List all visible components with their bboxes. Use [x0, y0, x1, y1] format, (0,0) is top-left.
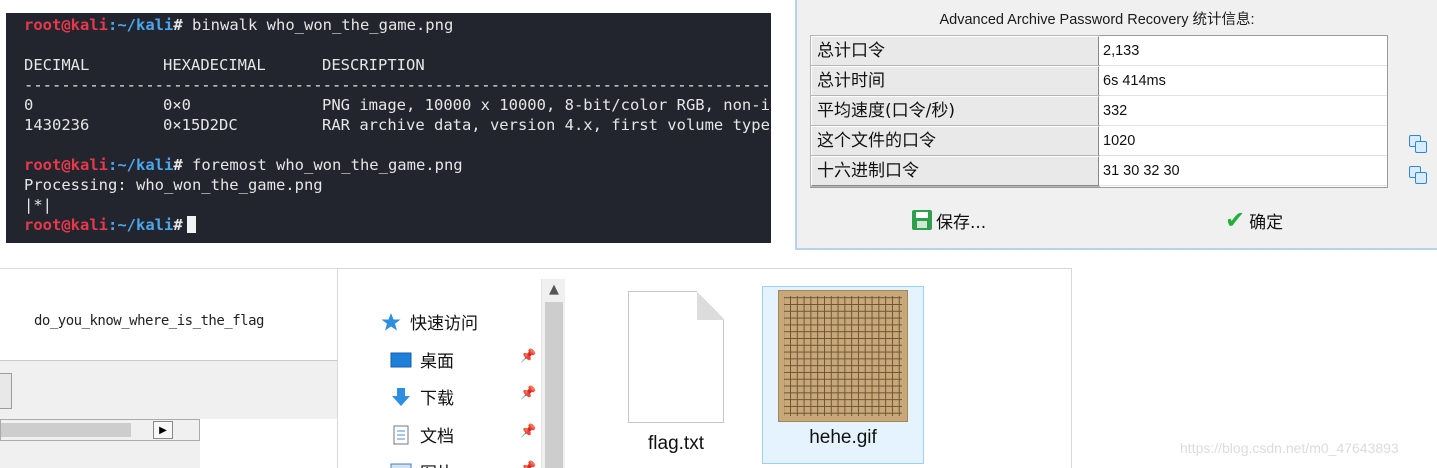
terminal-line-cmd2: root@kali:~/kali# foremost who_won_the_g…	[24, 156, 463, 174]
stat-value: 332	[1099, 96, 1387, 126]
dialog-title: Advanced Archive Password Recovery 统计信息:	[939, 12, 1255, 28]
statistics-table: 总计口令 2,133 总计时间 6s 414ms 平均速度(口令/秒) 332 这个文…	[810, 35, 1388, 188]
terminal-window[interactable]: root@kali:~/kali# binwalk who_won_the_ga…	[6, 13, 771, 243]
processing-line: Processing: who_won_the_game.png	[24, 176, 323, 194]
stat-value: 1020	[1099, 126, 1387, 156]
stat-label: 这个文件的口令	[810, 125, 1100, 157]
stat-label: 十六进制口令	[810, 155, 1100, 187]
nav-pictures[interactable]: 图片	[390, 459, 454, 468]
prompt-user: root@kali	[24, 16, 108, 34]
file-name: hehe.gif	[809, 427, 877, 448]
stat-value: 2,133	[1099, 36, 1387, 66]
watermark-text: https://blog.csdn.net/m0_47643893	[1180, 440, 1399, 456]
download-icon	[390, 387, 412, 407]
stat-label: 总计时间	[810, 65, 1100, 97]
stat-row: 平均速度(口令/秒) 332	[810, 95, 1387, 127]
progress-indicator: |*|	[24, 196, 52, 214]
scrollbar-thumb[interactable]	[1, 423, 131, 437]
cursor-block	[186, 216, 196, 233]
nav-quick-access[interactable]: 快速访问	[380, 309, 478, 334]
text-viewer-window: do_you_know_where_is_the_flag ▶	[0, 268, 337, 468]
horizontal-scrollbar[interactable]: ▶	[0, 419, 200, 441]
floppy-save-icon	[912, 210, 932, 230]
file-name: flag.txt	[648, 433, 704, 454]
desktop-icon	[390, 350, 412, 370]
terminal-line-prompt: root@kali:~/kali#	[24, 215, 771, 235]
window-toolbar	[0, 360, 337, 419]
stat-label: 总计口令	[810, 35, 1100, 67]
stat-label: 平均速度(口令/秒)	[810, 95, 1100, 127]
toolbar-button[interactable]	[0, 373, 12, 409]
stat-row: 这个文件的口令 1020	[810, 125, 1387, 157]
navigation-pane: 快速访问 桌面 📌 下载 📌 文档 📌 图片 📌 ▲	[338, 269, 566, 468]
stat-row: 总计时间 6s 414ms	[810, 65, 1387, 97]
picture-icon	[390, 462, 412, 468]
stat-value: 6s 414ms	[1099, 66, 1387, 96]
pin-icon[interactable]: 📌	[520, 424, 536, 439]
stat-row: 总计口令 2,133	[810, 35, 1387, 67]
terminal-line-cmd1: root@kali:~/kali# binwalk who_won_the_ga…	[24, 15, 771, 35]
checkmark-icon: ✔	[1225, 206, 1246, 234]
prompt-path: :~/kali	[108, 16, 174, 34]
copy-password-icon[interactable]	[1409, 135, 1429, 155]
command-text: binwalk who_won_the_game.png	[182, 16, 454, 34]
scroll-up-button[interactable]: ▲	[542, 279, 566, 301]
pin-icon[interactable]: 📌	[520, 461, 536, 468]
pin-icon[interactable]: 📌	[520, 349, 536, 364]
scroll-right-button[interactable]: ▶	[153, 421, 173, 439]
binwalk-divider: ----------------------------------------…	[24, 76, 771, 94]
nav-downloads[interactable]: 下载	[390, 384, 454, 409]
prompt-symbol: #	[173, 16, 183, 34]
file-content-text: do_you_know_where_is_the_flag	[34, 313, 264, 329]
text-file-icon	[628, 291, 724, 423]
pin-icon[interactable]: 📌	[520, 386, 536, 401]
file-item-hehe-gif[interactable]: hehe.gif	[762, 286, 924, 464]
go-board-thumbnail	[779, 291, 907, 421]
stat-row: 十六进制口令 31 30 32 30	[810, 155, 1387, 187]
stat-value: 31 30 32 30	[1099, 156, 1387, 186]
star-icon	[380, 312, 402, 332]
ok-button[interactable]: ✔ 确定	[1225, 205, 1283, 235]
document-icon	[390, 425, 412, 445]
binwalk-header: DECIMAL HEXADECIMAL DESCRIPTION	[24, 56, 425, 74]
vertical-scrollbar[interactable]: ▲	[541, 279, 565, 468]
scrollbar-thumb[interactable]	[545, 302, 563, 468]
copy-hex-password-icon[interactable]	[1409, 166, 1429, 186]
file-item-flag-txt[interactable]: flag.txt	[596, 291, 756, 468]
aapr-statistics-dialog: Advanced Archive Password Recovery 统计信息:…	[795, 0, 1437, 250]
binwalk-row: 1430236 0×15D2DC RAR archive data, version…	[24, 116, 771, 134]
save-button[interactable]: 保存...	[912, 205, 986, 235]
file-explorer-window: 快速访问 桌面 📌 下载 📌 文档 📌 图片 📌 ▲	[337, 268, 1072, 468]
nav-documents[interactable]: 文档	[390, 422, 454, 447]
nav-desktop[interactable]: 桌面	[390, 347, 454, 372]
binwalk-row: 0 0×0 PNG image, 10000 x 10000, 8-bit/colo…	[24, 96, 771, 114]
